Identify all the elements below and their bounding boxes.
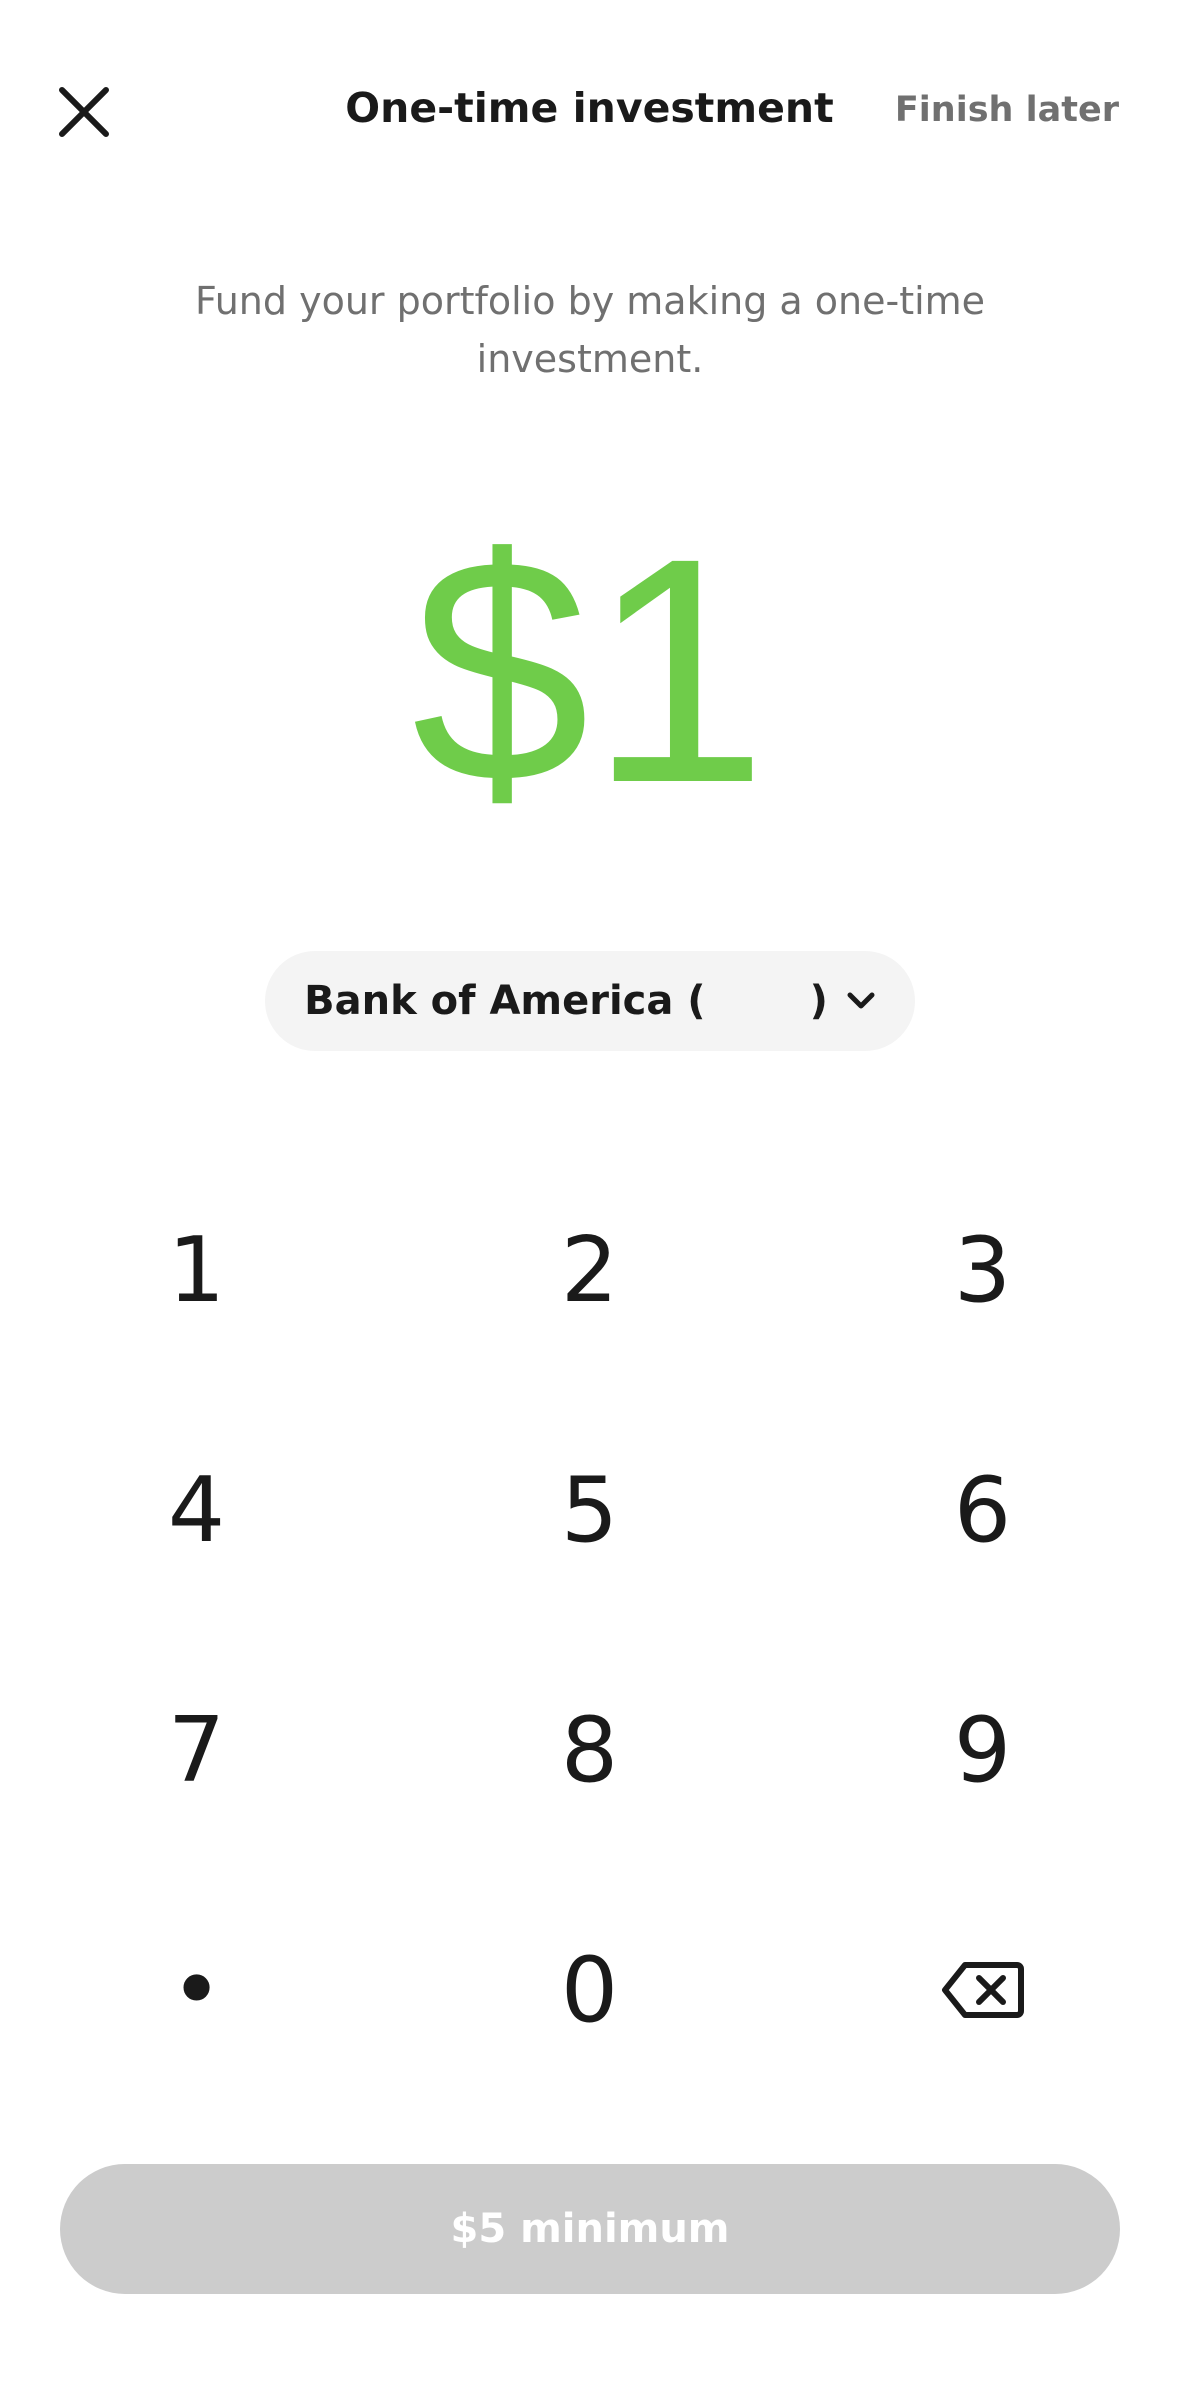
- bank-label-suffix: ): [809, 978, 828, 1024]
- key-6[interactable]: 6: [786, 1390, 1179, 1630]
- bank-label-prefix: Bank of America (: [304, 978, 706, 1024]
- key-2[interactable]: 2: [393, 1150, 786, 1390]
- key-5[interactable]: 5: [393, 1390, 786, 1630]
- bank-account-selector[interactable]: Bank of America (): [265, 951, 915, 1051]
- amount-display: $1: [411, 491, 768, 849]
- key-4[interactable]: 4: [0, 1390, 393, 1630]
- key-3[interactable]: 3: [786, 1150, 1179, 1390]
- key-8[interactable]: 8: [393, 1630, 786, 1870]
- minimum-amount-button[interactable]: $5 minimum: [60, 2164, 1120, 2294]
- key-1[interactable]: 1: [0, 1150, 393, 1390]
- numeric-keypad: 1 2 3 4 5 6 7 8 9 • 0: [0, 1150, 1179, 2110]
- finish-later-button[interactable]: Finish later: [895, 90, 1119, 130]
- bank-account-label: Bank of America (): [304, 978, 828, 1024]
- key-9[interactable]: 9: [786, 1630, 1179, 1870]
- masked-account-number: [705, 983, 810, 1023]
- subtitle: Fund your portfolio by making a one-time…: [194, 279, 986, 381]
- key-decimal[interactable]: •: [0, 1870, 393, 2110]
- key-delete[interactable]: [786, 1870, 1179, 2110]
- close-button[interactable]: [44, 72, 124, 152]
- close-icon: [59, 87, 109, 137]
- key-0[interactable]: 0: [393, 1870, 786, 2110]
- key-7[interactable]: 7: [0, 1630, 393, 1870]
- backspace-icon: [941, 1962, 1024, 2018]
- header: One-time investment Finish later: [0, 0, 1179, 230]
- chevron-down-icon: [847, 992, 875, 1009]
